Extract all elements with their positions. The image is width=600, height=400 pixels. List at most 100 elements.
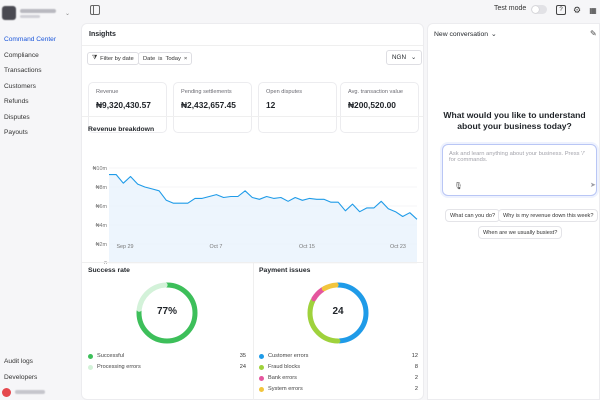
- legend-item: Processing errors: [88, 362, 141, 372]
- stat-card-open-disputes: Open disputes 12: [258, 82, 337, 133]
- assistant-heading-line: What would you like to understand: [443, 110, 586, 120]
- sidebar-item-transactions[interactable]: Transactions: [0, 63, 80, 79]
- sidebar-bottom-nav: Audit logs Developers: [0, 354, 80, 385]
- success-rate-title: Success rate: [88, 267, 130, 274]
- prompt-input[interactable]: [449, 151, 589, 169]
- conversation-selector[interactable]: New conversation ⌄: [434, 30, 497, 39]
- test-mode-toggle[interactable]: [531, 5, 547, 14]
- insights-panel: Insights ⧩ Filter by date Date is Today …: [81, 23, 424, 400]
- legend-count: 2: [414, 386, 418, 392]
- avatar: [2, 387, 11, 397]
- stat-label: Revenue: [96, 89, 119, 95]
- legend-count: 35: [239, 353, 246, 359]
- suggestion-chip[interactable]: When are we usually busiest?: [478, 226, 563, 239]
- assistant-heading: What would you like to understand about …: [428, 110, 600, 132]
- chevron-down-icon: ⌄: [64, 11, 70, 17]
- business-logo: [2, 6, 16, 20]
- currency-select[interactable]: NGN ⌄: [386, 50, 423, 65]
- sidebar-item-command-center[interactable]: Command Center: [0, 32, 80, 48]
- grid-icon[interactable]: ▦: [588, 5, 598, 15]
- legend-label: Successful: [97, 353, 125, 359]
- date-filter-op: is: [158, 55, 163, 62]
- sidebar-item-refunds[interactable]: Refunds: [0, 94, 80, 110]
- date-filter-chip[interactable]: Date is Today ×: [138, 52, 193, 65]
- filter-by-date-button[interactable]: ⧩ Filter by date: [87, 52, 139, 65]
- sidebar-item-audit-logs[interactable]: Audit logs: [0, 354, 80, 370]
- legend-dot: [259, 364, 264, 370]
- stat-value: ₦9,320,430.57: [96, 100, 151, 110]
- filter-icon: ⧩: [92, 55, 98, 61]
- x-tick-label: Oct 23: [390, 244, 406, 250]
- y-tick-label: ₦10m: [93, 166, 108, 172]
- legend-dot: [259, 386, 264, 392]
- y-tick-label: ₦4m: [96, 223, 108, 229]
- chevron-down-icon: ⌄: [491, 31, 497, 38]
- sidebar: ⌄ Command Center Compliance Transactions…: [0, 0, 80, 400]
- suggestion-chip[interactable]: Why is my revenue down this week?: [498, 209, 599, 222]
- date-filter-value: Today: [165, 55, 181, 62]
- sidebar-item-compliance[interactable]: Compliance: [0, 48, 80, 64]
- sidebar-item-payouts[interactable]: Payouts: [0, 125, 80, 141]
- x-tick-label: Oct 15: [299, 244, 315, 250]
- success-rate-value: 77%: [156, 306, 177, 317]
- legend-dot: [88, 353, 93, 359]
- edit-icon[interactable]: ✎: [590, 29, 597, 38]
- suggestion-chip[interactable]: What can you do?: [445, 209, 501, 222]
- chevron-down-icon: ⌄: [411, 54, 417, 61]
- sidebar-nav: Command Center Compliance Transactions C…: [0, 32, 80, 141]
- legend-count: 8: [414, 364, 418, 370]
- gear-icon[interactable]: ⚙: [572, 5, 582, 15]
- assistant-panel: New conversation ⌄ ✎ What would you like…: [427, 23, 600, 400]
- sidebar-toggle-icon[interactable]: [90, 5, 100, 15]
- sidebar-item-disputes[interactable]: Disputes: [0, 110, 80, 126]
- legend-label: Fraud blocks: [268, 364, 301, 370]
- legend-count: 12: [411, 353, 418, 359]
- sidebar-item-developers[interactable]: Developers: [0, 370, 80, 386]
- series-area: [109, 174, 417, 263]
- stat-value: ₦2,432,657.45: [181, 100, 236, 110]
- legend-dot: [259, 375, 264, 381]
- y-tick-label: ₦8m: [96, 185, 108, 191]
- divider: [82, 45, 423, 46]
- send-icon[interactable]: ➤: [590, 181, 596, 189]
- sidebar-item-customers[interactable]: Customers: [0, 79, 80, 95]
- x-tick-label: Oct 7: [209, 244, 223, 250]
- stat-label: Pending settlements: [181, 89, 232, 95]
- legend-dot: [88, 364, 93, 370]
- test-mode-label: Test mode: [494, 5, 527, 12]
- stat-card-pending-settlements: Pending settlements ₦2,432,657.45: [173, 82, 252, 133]
- stat-value: ₦200,520.00: [348, 100, 396, 110]
- workspace-switcher[interactable]: ⌄: [2, 4, 76, 22]
- legend-label: System errors: [268, 386, 303, 392]
- payment-issues-value: 24: [332, 306, 344, 317]
- help-icon[interactable]: ?: [556, 5, 566, 15]
- stat-label: Avg. transaction value: [348, 89, 403, 95]
- insights-title: Insights: [89, 31, 116, 38]
- business-name-redacted: [20, 8, 56, 18]
- prompt-box: 🎙 ➤: [442, 144, 597, 196]
- user-name-redacted: [15, 390, 45, 394]
- payment-issues-title: Payment issues: [259, 267, 311, 274]
- x-tick-label: Sep 29: [116, 244, 134, 250]
- currency-value: NGN: [392, 54, 406, 61]
- stat-label: Open disputes: [266, 89, 303, 95]
- legend-item: Customer errors: [259, 351, 308, 361]
- stat-value: 12: [266, 100, 276, 110]
- close-icon[interactable]: ×: [184, 56, 187, 62]
- microphone-icon[interactable]: 🎙: [454, 182, 463, 190]
- legend-item: Successful: [88, 351, 124, 361]
- legend-label: Customer errors: [268, 353, 309, 359]
- assistant-heading-line: about your business today?: [457, 121, 572, 131]
- legend-count: 24: [239, 364, 246, 370]
- date-filter-field: Date: [143, 55, 156, 62]
- revenue-breakdown-title: Revenue breakdown: [88, 126, 155, 133]
- user-menu[interactable]: [2, 386, 76, 398]
- legend-item: System errors: [259, 384, 303, 394]
- legend-item: Bank errors: [259, 373, 297, 383]
- divider: [82, 116, 423, 117]
- divider: [253, 262, 254, 400]
- legend-item: Fraud blocks: [259, 362, 300, 372]
- legend-label: Bank errors: [268, 375, 297, 381]
- legend-label: Processing errors: [97, 364, 141, 370]
- legend-dot: [259, 353, 264, 359]
